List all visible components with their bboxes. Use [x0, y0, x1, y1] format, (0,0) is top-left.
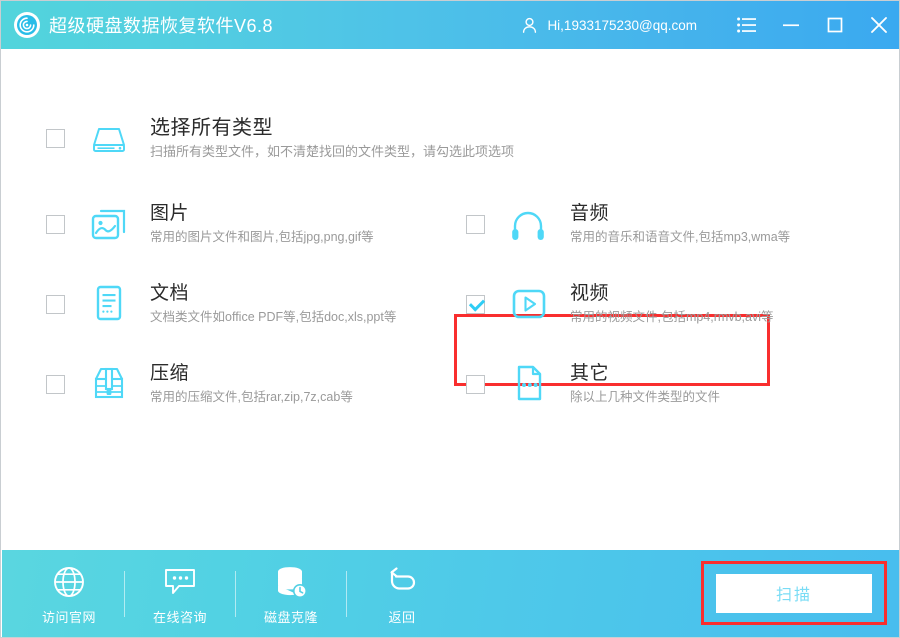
option-subtitle-documents: 文档类文件如office PDF等,包括doc,xls,ppt等 — [150, 309, 397, 324]
checkbox-audio[interactable] — [466, 214, 485, 234]
option-row-documents[interactable]: 文档 文档类文件如office PDF等,包括doc,xls,ppt等 — [46, 273, 396, 335]
option-row-pictures[interactable]: 图片 常用的图片文件和图片,包括jpg,png,gif等 — [46, 193, 374, 255]
minimize-button[interactable] — [769, 1, 813, 49]
option-title-video: 视频 — [570, 282, 610, 304]
back-arrow-icon — [384, 563, 420, 601]
account-email: Hi,1933175230@qq.com — [547, 17, 697, 33]
footer-label-disk-clone: 磁盘克隆 — [263, 609, 318, 625]
footer-label-back: 返回 — [388, 609, 416, 625]
option-subtitle-pictures: 常用的图片文件和图片,包括jpg,png,gif等 — [150, 229, 374, 244]
footer-label-website: 访问官网 — [41, 609, 96, 625]
scan-button-highlight-box: 扫描 — [701, 561, 887, 625]
picture-icon — [87, 202, 131, 246]
option-row-other[interactable]: 其它 除以上几种文件类型的文件 — [466, 353, 720, 415]
document-icon — [87, 282, 131, 326]
option-title-audio: 音频 — [570, 202, 610, 224]
footer-item-back[interactable]: 返回 — [347, 563, 457, 626]
account-area[interactable]: Hi,1933175230@qq.com — [520, 16, 697, 35]
checkbox-documents[interactable] — [46, 294, 65, 314]
option-subtitle-video: 常用的视频文件,包括mp4,rmvb,avi等 — [570, 309, 774, 324]
disk-clone-icon — [273, 563, 309, 601]
close-icon — [871, 17, 887, 33]
globe-icon — [52, 563, 86, 601]
checkbox-video[interactable] — [466, 294, 485, 314]
footer-label-consult: 在线咨询 — [152, 609, 207, 625]
hard-drive-icon — [87, 116, 131, 160]
chat-bubble-icon — [162, 563, 198, 601]
footer-item-consult[interactable]: 在线咨询 — [125, 563, 235, 626]
minimize-icon — [783, 24, 799, 27]
option-text-all: 选择所有类型 扫描所有类型文件，如不清楚找回的文件类型，请勾选此项选项 — [150, 116, 514, 161]
list-menu-icon — [737, 17, 756, 33]
option-text-other: 其它 除以上几种文件类型的文件 — [570, 362, 720, 407]
maximize-button[interactable] — [813, 1, 857, 49]
option-row-video[interactable]: 视频 常用的视频文件,包括mp4,rmvb,avi等 — [466, 273, 774, 335]
option-title-documents: 文档 — [150, 282, 190, 304]
option-text-archive: 压缩 常用的压缩文件,包括rar,zip,7z,cab等 — [150, 362, 353, 407]
footer-item-website[interactable]: 访问官网 — [14, 563, 124, 626]
option-subtitle-audio: 常用的音乐和语音文件,包括mp3,wma等 — [570, 229, 791, 244]
option-row-audio[interactable]: 音频 常用的音乐和语音文件,包括mp3,wma等 — [466, 193, 790, 255]
archive-box-icon — [87, 362, 131, 406]
other-file-icon — [507, 362, 551, 406]
headphones-icon — [507, 202, 551, 246]
option-title-all: 选择所有类型 — [150, 116, 273, 139]
option-row-all[interactable]: 选择所有类型 扫描所有类型文件，如不清楚找回的文件类型，请勾选此项选项 — [46, 107, 514, 169]
app-logo-icon — [14, 12, 40, 38]
checkbox-other[interactable] — [466, 374, 485, 394]
option-text-audio: 音频 常用的音乐和语音文件,包括mp3,wma等 — [570, 202, 790, 247]
app-title: 超级硬盘数据恢复软件V6.8 — [49, 16, 274, 36]
scan-button[interactable]: 扫描 — [716, 573, 872, 613]
option-text-pictures: 图片 常用的图片文件和图片,包括jpg,png,gif等 — [150, 202, 374, 247]
option-text-video: 视频 常用的视频文件,包括mp4,rmvb,avi等 — [570, 282, 774, 327]
option-subtitle-all: 扫描所有类型文件，如不清楚找回的文件类型，请勾选此项选项 — [150, 143, 515, 159]
title-bar: 超级硬盘数据恢复软件V6.8 Hi,1933175230@qq.com — [1, 1, 899, 49]
option-subtitle-archive: 常用的压缩文件,包括rar,zip,7z,cab等 — [150, 389, 353, 404]
option-title-other: 其它 — [570, 362, 610, 384]
option-title-pictures: 图片 — [150, 202, 190, 224]
menu-button[interactable] — [725, 1, 769, 49]
option-text-documents: 文档 文档类文件如office PDF等,包括doc,xls,ppt等 — [150, 282, 396, 327]
user-icon — [520, 16, 539, 35]
play-video-icon — [507, 282, 551, 326]
footer-item-disk-clone[interactable]: 磁盘克隆 — [236, 563, 346, 626]
app-window: 超级硬盘数据恢复软件V6.8 Hi,1933175230@qq.com 选择所有… — [0, 0, 900, 638]
checkbox-archive[interactable] — [46, 374, 65, 394]
close-button[interactable] — [857, 1, 899, 49]
option-subtitle-other: 除以上几种文件类型的文件 — [570, 389, 721, 404]
option-title-archive: 压缩 — [150, 362, 190, 384]
checkbox-all[interactable] — [46, 128, 65, 148]
option-row-archive[interactable]: 压缩 常用的压缩文件,包括rar,zip,7z,cab等 — [46, 353, 353, 415]
file-type-selection-panel: 选择所有类型 扫描所有类型文件，如不清楚找回的文件类型，请勾选此项选项 图片 常… — [2, 49, 899, 549]
maximize-icon — [827, 17, 843, 33]
checkbox-pictures[interactable] — [46, 214, 65, 234]
